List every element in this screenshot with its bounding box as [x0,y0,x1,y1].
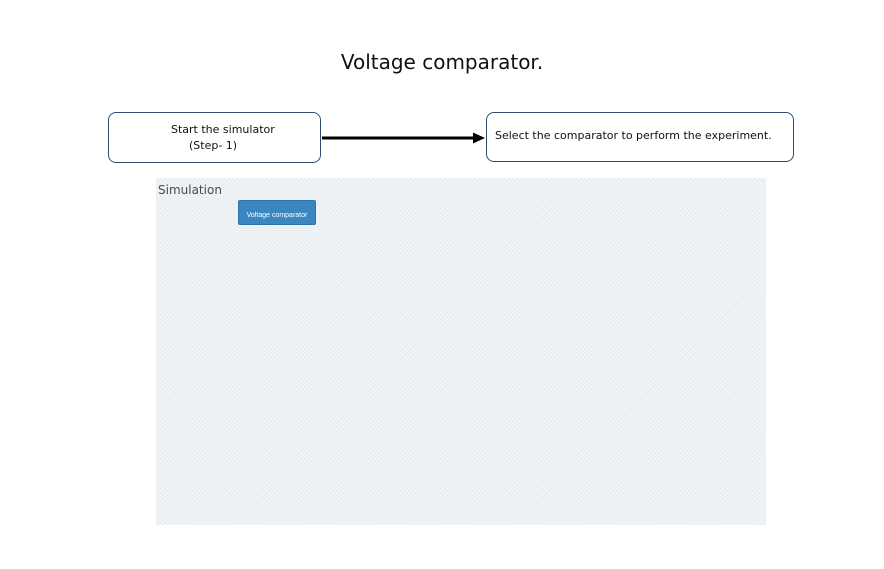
voltage-comparator-button[interactable]: Voltage comparator [238,200,316,225]
instruction-box: Select the comparator to perform the exp… [486,112,794,162]
arrow-head [473,132,485,144]
page-title: Voltage comparator. [340,50,544,74]
step-1-box: Start the simulator (Step- 1) [108,112,321,163]
arrow-right-icon [322,132,485,144]
simulation-panel: Simulation Voltage comparator [156,178,766,525]
instruction-text: Select the comparator to perform the exp… [495,129,772,142]
step-1-number: (Step- 1) [189,139,238,152]
simulation-label: Simulation [158,183,222,197]
step-1-label: Start the simulator [171,123,275,136]
